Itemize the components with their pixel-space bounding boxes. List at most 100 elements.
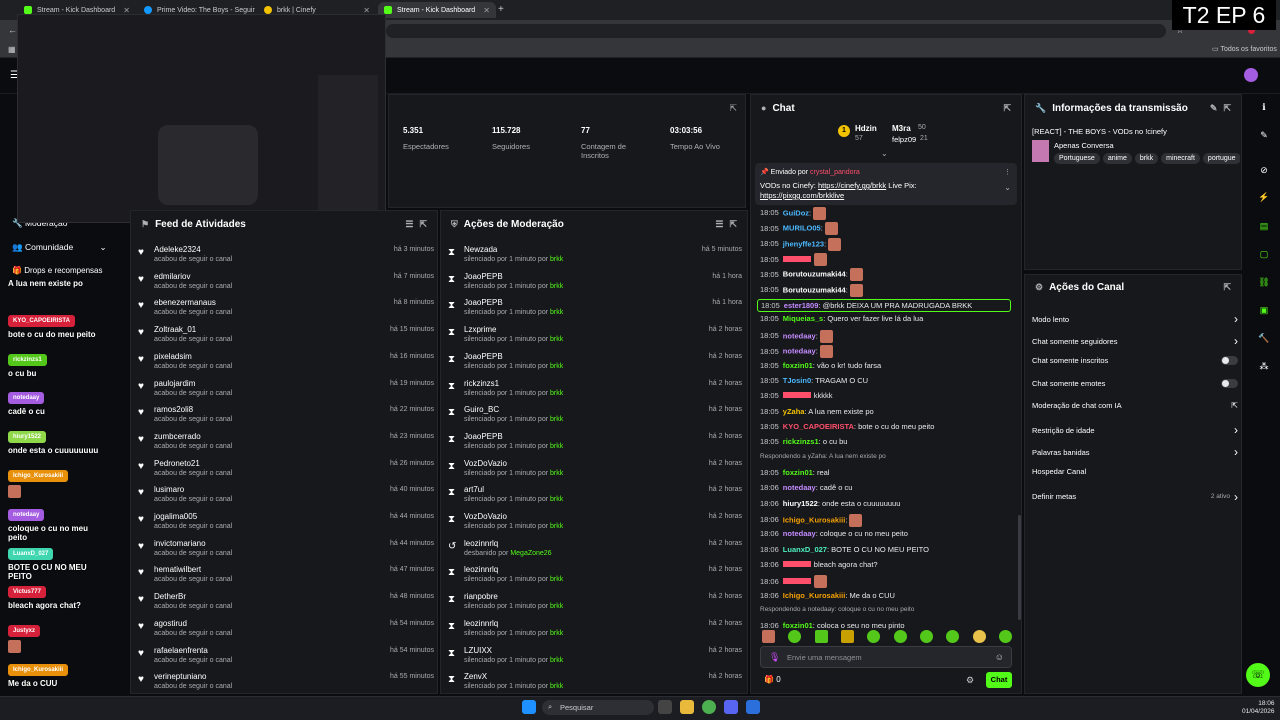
settings-icon[interactable]: ⚙ <box>966 675 974 686</box>
camera-icon[interactable]: ⊘ <box>1257 163 1271 177</box>
explorer-icon[interactable] <box>680 700 694 714</box>
moderated-username[interactable]: LZUIXX <box>464 646 492 655</box>
chat-username[interactable]: foxzin01 <box>783 361 813 370</box>
pix-link[interactable]: https://pixgg.com/brkklive <box>760 191 844 200</box>
chat-username[interactable]: notedaay <box>783 347 816 356</box>
moderated-username[interactable]: leozinnrlq <box>464 539 498 548</box>
feed-username[interactable]: Adeleke2324 <box>154 245 201 254</box>
moderator-name[interactable]: MegaZone26 <box>510 550 551 557</box>
discord-icon[interactable] <box>724 700 738 714</box>
back-icon[interactable]: ← <box>8 25 17 35</box>
chat-username[interactable]: Borutouzumaki44 <box>783 285 846 294</box>
feed-row[interactable]: ♥ agostirud acabou de seguir o canal há 54 … <box>138 617 434 643</box>
moderation-row[interactable]: ⧗ leozinnrlq silenciado por 1 minuto por b… <box>448 563 742 589</box>
toggle-switch[interactable] <box>1221 378 1238 388</box>
moderator-name[interactable]: brkk <box>550 309 563 316</box>
emote-icon[interactable] <box>867 630 881 643</box>
chat-icon[interactable]: ▢ <box>1257 247 1271 261</box>
moderated-username[interactable]: rickzinzs1 <box>464 379 499 388</box>
moderation-row[interactable]: ⧗ leozinnrlq silenciado por 1 minuto por b… <box>448 617 742 643</box>
moderator-name[interactable]: brkk <box>550 283 563 290</box>
points-display[interactable]: 🎁 0 <box>764 675 781 684</box>
tab-close-icon[interactable]: ✕ <box>483 6 490 15</box>
chat-username-badge[interactable] <box>782 577 811 584</box>
chat-input[interactable]: 🎙 Envie uma mensagem ☺ <box>760 646 1012 668</box>
chat-scrollbar[interactable] <box>1018 515 1021 620</box>
edit-icon[interactable]: ✎ <box>1210 103 1218 114</box>
channel-action-item[interactable]: Hospedar Canal <box>1032 467 1238 476</box>
chat-username[interactable]: rickzinzs1 <box>783 437 819 446</box>
feed-row[interactable]: ♥ ramos2oli8 acabou de seguir o canal há 22… <box>138 403 434 429</box>
moderator-name[interactable]: brkk <box>550 657 563 664</box>
emote-icon[interactable] <box>919 630 933 643</box>
emoji-icon[interactable]: ☺ <box>995 652 1004 662</box>
clipboard-icon[interactable]: ▤ <box>1257 219 1271 233</box>
feed-row[interactable]: ♥ lusimaro acabou de seguir o canal há 40 m… <box>138 483 434 509</box>
feed-row[interactable]: ♥ DetherBr acabou de seguir o canal há 48 m… <box>138 590 434 616</box>
emote-icon[interactable] <box>762 630 775 643</box>
chat-username[interactable]: TJosin0 <box>783 376 811 385</box>
feed-row[interactable]: ♥ paulojardim acabou de seguir o canal há 1… <box>138 377 434 403</box>
pencil-icon[interactable]: ✎ <box>1257 128 1271 142</box>
chat-username[interactable]: Borutouzumaki44 <box>783 270 846 279</box>
emote-icon[interactable] <box>840 630 854 643</box>
feed-row[interactable]: ♥ Zoltraak_01 acabou de seguir o canal há 1… <box>138 323 434 349</box>
filter-icon[interactable]: ☰ <box>715 219 723 230</box>
moderator-name[interactable]: brkk <box>550 416 563 423</box>
chat-username[interactable]: Miqueias_s <box>783 314 823 323</box>
chat-username-badge[interactable] <box>782 392 811 399</box>
moderation-row[interactable]: ⧗ rickzinzs1 silenciado por 1 minuto por b… <box>448 377 742 403</box>
expand-icon[interactable]: ⇱ <box>419 219 427 230</box>
feed-row[interactable]: ♥ edmilariov acabou de seguir o canal há 7 … <box>138 270 434 296</box>
feed-row[interactable]: ♥ Pedroneto21 acabou de seguir o canal há 2… <box>138 457 434 483</box>
tool-icon[interactable]: 🔨 <box>1257 331 1271 345</box>
channel-action-item[interactable]: Palavras banidas › <box>1032 445 1238 459</box>
expand-icon[interactable]: ⇱ <box>729 103 737 114</box>
moderator-name[interactable]: brkk <box>550 336 563 343</box>
channel-action-item[interactable]: Chat somente emotes <box>1032 378 1238 388</box>
help-chat-button[interactable]: ☏ <box>1246 663 1270 687</box>
moderated-username[interactable]: Newzada <box>464 245 497 254</box>
moderator-name[interactable]: brkk <box>550 470 563 477</box>
feed-row[interactable]: ♥ verineptuniano acabou de seguir o canal h… <box>138 670 434 696</box>
feed-username[interactable]: Zoltraak_01 <box>154 325 196 334</box>
moderator-name[interactable]: brkk <box>550 496 563 503</box>
leader-1-name[interactable]: Hdzin <box>855 124 877 133</box>
feed-username[interactable]: pixeladsim <box>154 352 192 361</box>
app-icon[interactable] <box>746 700 760 714</box>
moderation-row[interactable]: ⧗ Lzxprime silenciado por 1 minuto por brk… <box>448 323 742 349</box>
apps-icon[interactable]: ▦ <box>8 45 16 54</box>
more-apps-icon[interactable]: ⁂ <box>1257 359 1271 373</box>
taskbar-clock[interactable]: 18:06 01/04/2026 <box>1242 700 1275 716</box>
chat-username-badge[interactable] <box>782 561 811 568</box>
chat-username[interactable]: GuiDoz <box>783 208 809 217</box>
chat-username[interactable]: yZaha <box>783 407 805 416</box>
moderated-username[interactable]: rianpobre <box>464 592 498 601</box>
sidebar-item-drops[interactable]: 🎁 Drops e recompensas <box>12 266 102 275</box>
feed-username[interactable]: ramos2oli8 <box>154 405 193 414</box>
feed-row[interactable]: ♥ rafaelaenfrenta acabou de seguir o canal… <box>138 644 434 670</box>
moderation-row[interactable]: ⧗ JoaoPEPB silenciado por 1 minuto por brk… <box>448 350 742 376</box>
channel-action-item[interactable]: Chat somente inscritos <box>1032 356 1238 366</box>
feed-row[interactable]: ♥ pixeladsim acabou de seguir o canal há 16… <box>138 350 434 376</box>
feed-username[interactable]: agostirud <box>154 619 187 628</box>
moderator-name[interactable]: brkk <box>550 683 563 690</box>
channel-action-item[interactable]: Chat somente seguidores › <box>1032 334 1238 348</box>
collapse-leaders-icon[interactable]: ⌄ <box>881 149 888 158</box>
feed-username[interactable]: rafaelaenfrenta <box>154 646 208 655</box>
chat-username[interactable]: KYO_CAPOEIRISTA <box>783 422 854 431</box>
moderator-name[interactable]: brkk <box>550 603 563 610</box>
channel-action-item[interactable]: Modo lento › <box>1032 312 1238 326</box>
all-bookmarks[interactable]: ▭ Todos os favoritos <box>1212 45 1277 53</box>
leader-2-name[interactable]: M3ra <box>892 124 911 133</box>
bolt-icon[interactable]: ⚡ <box>1257 190 1271 204</box>
sidebar-item-community[interactable]: 👥 Comunidade ⌄ <box>12 242 107 253</box>
moderation-row[interactable]: ⧗ JoaoPEPB silenciado por 1 minuto por brk… <box>448 430 742 456</box>
chat-username[interactable]: Ichigo_Kurosakiii <box>783 515 846 524</box>
feed-username[interactable]: ebenezermanaus <box>154 298 216 307</box>
feed-row[interactable]: ♥ Adeleke2324 acabou de seguir o canal há 3… <box>138 243 434 269</box>
chat-username[interactable]: jhenyffe123 <box>783 239 824 248</box>
stream-category[interactable]: Apenas Conversa <box>1054 141 1114 150</box>
moderated-username[interactable]: JoaoPEPB <box>464 352 503 361</box>
feed-username[interactable]: jogalima005 <box>154 512 197 521</box>
